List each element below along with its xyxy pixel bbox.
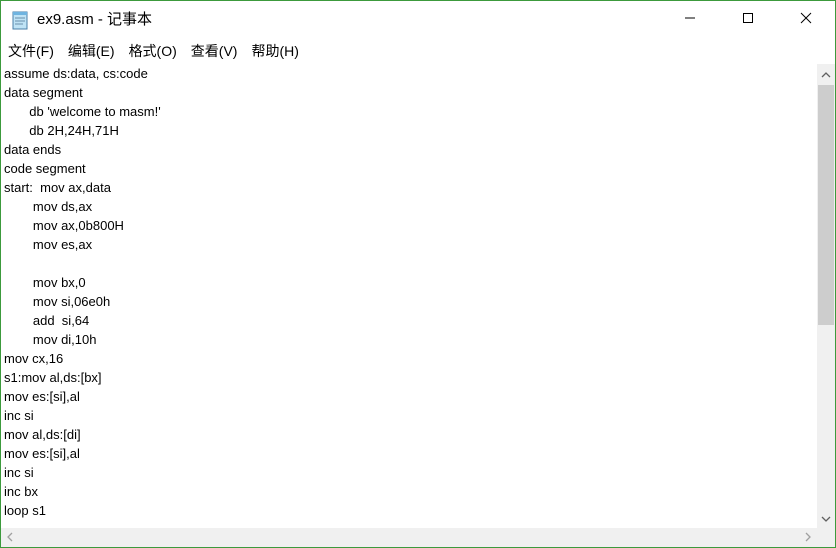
code-line: mov di,10h (4, 332, 97, 347)
minimize-button[interactable] (661, 1, 719, 39)
menu-edit[interactable]: 编辑(E) (61, 40, 122, 62)
code-line: db 2H,24H,71H (4, 123, 119, 138)
scrollbar-corner (817, 528, 835, 547)
chevron-right-icon (805, 529, 811, 547)
menu-bar: 文件(F) 编辑(E) 格式(O) 查看(V) 帮助(H) (1, 39, 835, 63)
vertical-scroll-thumb[interactable] (818, 85, 834, 325)
menu-format[interactable]: 格式(O) (122, 40, 184, 62)
code-line: code segment (4, 161, 86, 176)
window-title: ex9.asm - 记事本 (37, 11, 153, 28)
code-line: inc bx (4, 484, 38, 499)
maximize-button[interactable] (719, 1, 777, 39)
code-line: mov cx,16 (4, 351, 64, 366)
menu-file[interactable]: 文件(F) (1, 40, 61, 62)
code-line: data segment (4, 85, 83, 100)
code-line: inc si (4, 465, 34, 480)
close-icon (800, 11, 812, 29)
close-button[interactable] (777, 1, 835, 39)
maximize-icon (742, 11, 754, 29)
code-line: add si,64 (4, 313, 90, 328)
notepad-icon (11, 10, 29, 30)
code-line: assume ds:data, cs:code (4, 66, 148, 81)
horizontal-scrollbar[interactable] (1, 528, 817, 547)
notepad-window: ex9.asm - 记事本 文件(F) 编辑(E) 格式(O) 查看(V) 帮助… (0, 0, 836, 548)
code-line: db 'welcome to masm!' (4, 104, 161, 119)
scroll-down-button[interactable] (817, 508, 835, 528)
title-bar[interactable]: ex9.asm - 记事本 (1, 1, 835, 39)
code-line: data ends (4, 142, 62, 157)
text-editor[interactable]: assume ds:data, cs:code data segment db … (1, 64, 817, 528)
code-line: mov al,ds:[di] (4, 427, 81, 442)
chevron-left-icon (7, 529, 13, 547)
minimize-icon (684, 11, 696, 29)
code-line: mov bx,0 (4, 275, 86, 290)
code-line: mov ds,ax (4, 199, 93, 214)
code-line: s1:mov al,ds:[bx] (4, 370, 102, 385)
vertical-scrollbar[interactable] (817, 64, 835, 528)
scroll-left-button[interactable] (1, 528, 19, 547)
menu-help[interactable]: 帮助(H) (244, 40, 305, 62)
chevron-down-icon (821, 509, 831, 527)
scroll-up-button[interactable] (817, 64, 835, 84)
scroll-right-button[interactable] (799, 528, 817, 547)
code-line: loop s1 (4, 503, 46, 518)
code-line: mov es,ax (4, 237, 93, 252)
chevron-up-icon (821, 65, 831, 83)
code-line: mov es:[si],al (4, 446, 80, 461)
menu-view[interactable]: 查看(V) (184, 40, 245, 62)
code-line: mov si,06e0h (4, 294, 111, 309)
code-line: start: mov ax,data (4, 180, 111, 195)
code-line: mov es:[si],al (4, 389, 80, 404)
code-line: inc si (4, 408, 34, 423)
code-line: mov ax,0b800H (4, 218, 124, 233)
